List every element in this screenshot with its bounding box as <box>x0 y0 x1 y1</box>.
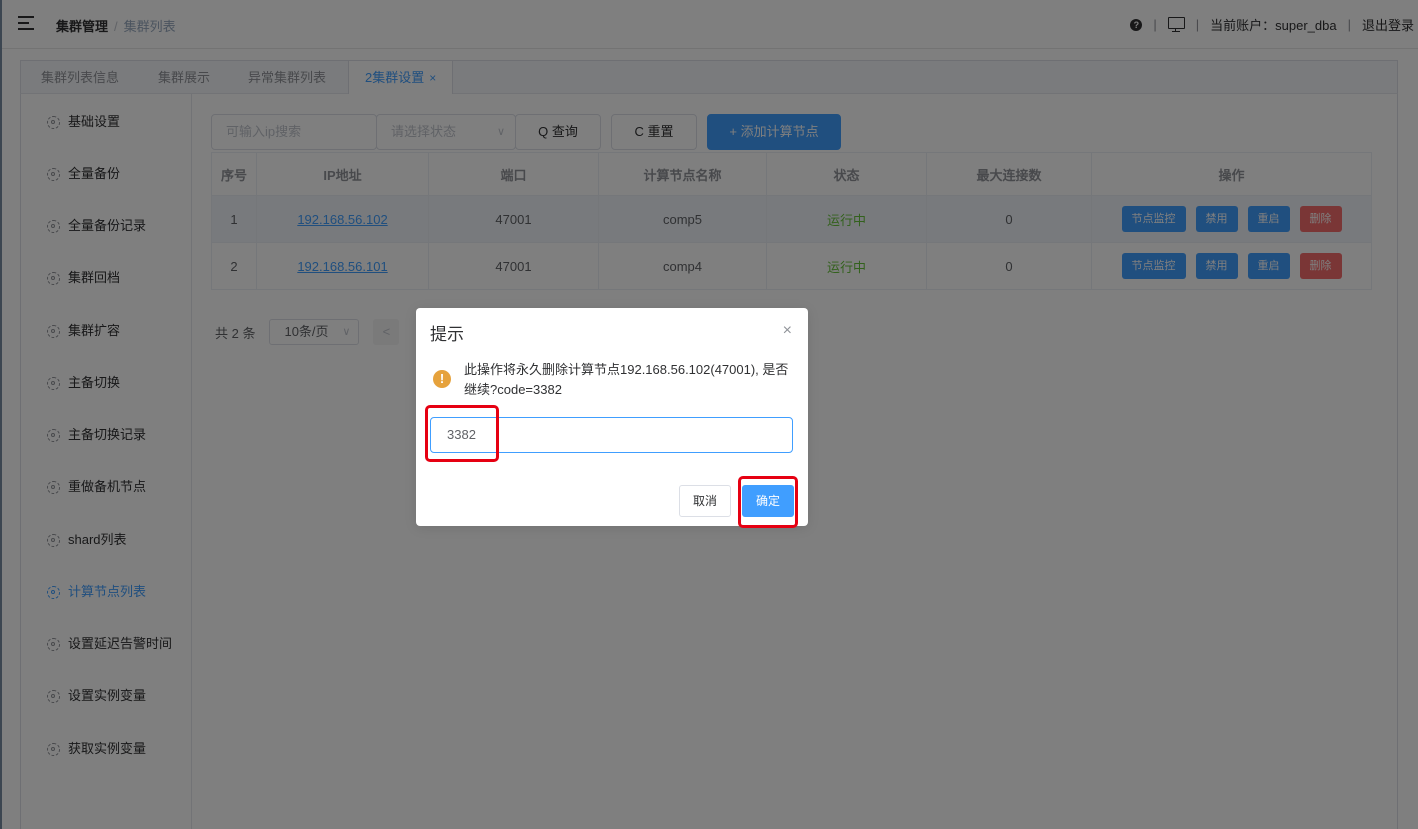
window-left-edge <box>0 0 2 829</box>
close-icon[interactable]: × <box>783 322 792 340</box>
cancel-button[interactable]: 取消 <box>679 485 731 517</box>
annotation-box <box>738 476 798 528</box>
dialog-title: 提示 <box>430 325 464 344</box>
warning-icon: ! <box>433 370 451 388</box>
dialog-message: 此操作将永久删除计算节点192.168.56.102(47001), 是否继续?… <box>464 362 789 397</box>
annotation-box <box>425 405 499 462</box>
